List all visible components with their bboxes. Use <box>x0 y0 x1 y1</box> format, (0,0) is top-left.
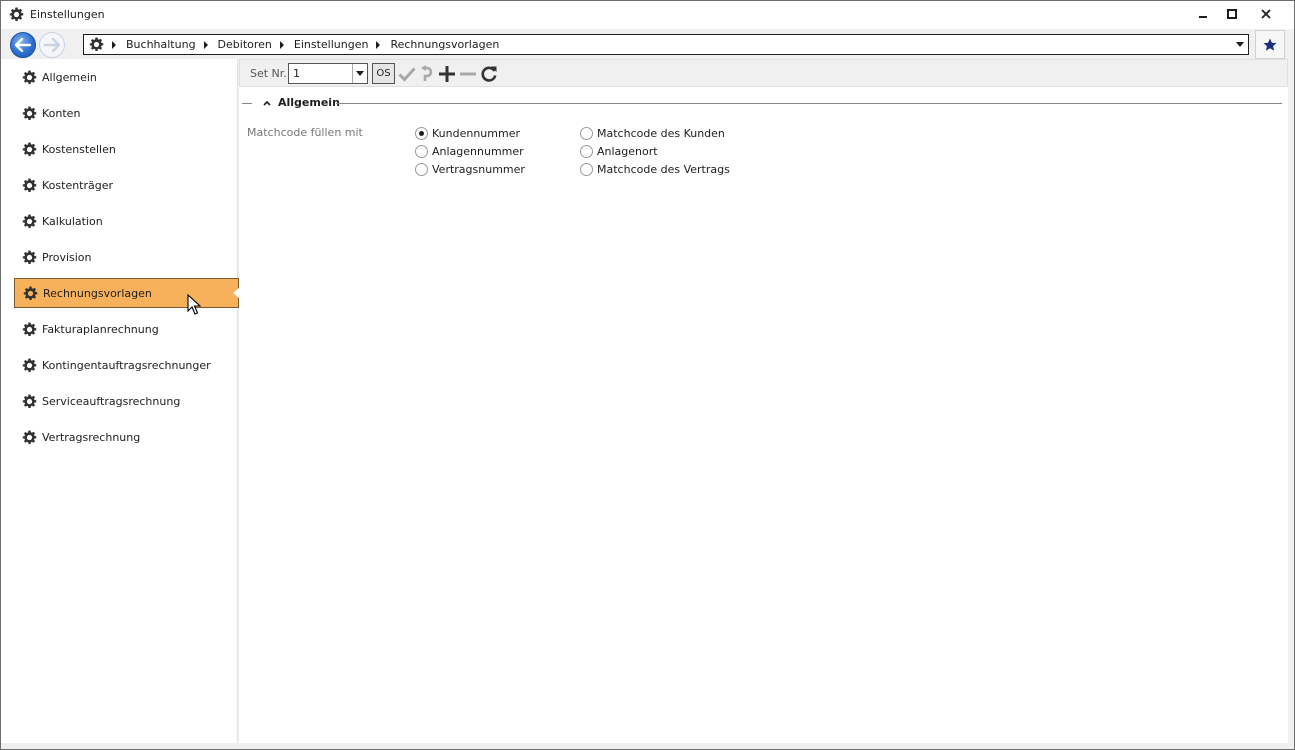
radio-label: Matchcode des Kunden <box>597 126 725 140</box>
sidebar-item-label: Serviceauftragsrechnung <box>42 394 181 408</box>
back-button[interactable] <box>10 32 36 58</box>
gear-icon <box>22 321 37 336</box>
add-icon[interactable] <box>437 64 457 84</box>
radio-vertragsnummer[interactable]: Vertragsnummer <box>415 161 525 177</box>
radio-label: Kundennummer <box>432 126 520 140</box>
radio-anlagenort[interactable]: Anlagenort <box>580 143 658 159</box>
navigation-bar: Buchhaltung Debitoren Einstellungen Rech… <box>1 29 1294 59</box>
sidebar-item-label: Konten <box>42 106 81 120</box>
sidebar-item-label: Kostenstellen <box>42 142 116 156</box>
sidebar-item-provision[interactable]: Provision <box>14 242 239 272</box>
arrow-right-icon <box>44 38 60 52</box>
radio-icon[interactable] <box>415 144 428 158</box>
breadcrumb[interactable]: Buchhaltung Debitoren Einstellungen Rech… <box>83 34 1249 55</box>
sidebar-item-fakturaplanrechnung[interactable]: Fakturaplanrechnung <box>14 314 239 344</box>
maximize-button[interactable] <box>1217 4 1247 24</box>
breadcrumb-item-einstellungen[interactable]: Einstellungen <box>294 38 369 51</box>
radio-label: Anlagenort <box>597 144 658 158</box>
matchcode-label: Matchcode füllen mit <box>247 126 363 139</box>
checkmark-icon[interactable] <box>397 64 417 84</box>
gear-icon <box>22 357 37 372</box>
refresh-icon[interactable] <box>479 64 499 84</box>
sidebar-item-label: Kalkulation <box>42 214 103 228</box>
toolbar: Set Nr. 1 OS <box>239 59 1288 87</box>
sidebar: Allgemein Konten Kostenstellen Kostenträ… <box>1 59 239 743</box>
star-icon <box>1263 38 1277 51</box>
gear-icon <box>22 393 37 408</box>
close-icon <box>1261 9 1271 19</box>
radio-icon[interactable] <box>580 144 593 158</box>
sidebar-item-allgemein[interactable]: Allgemein <box>14 62 239 92</box>
breadcrumb-item-rechnungsvorlagen[interactable]: Rechnungsvorlagen <box>390 38 499 51</box>
sidebar-item-kostenstellen[interactable]: Kostenstellen <box>14 134 239 164</box>
sidebar-item-label: Allgemein <box>42 70 97 84</box>
set-nr-value: 1 <box>293 67 300 80</box>
radio-kundennummer[interactable]: Kundennummer <box>415 125 520 141</box>
remove-icon[interactable] <box>458 64 478 84</box>
arrow-left-icon <box>15 38 31 52</box>
gear-icon <box>22 141 37 156</box>
sidebar-item-serviceauftragsrechnung[interactable]: Serviceauftragsrechnung <box>14 386 239 416</box>
gear-icon <box>22 249 37 264</box>
section-title[interactable]: Allgemein <box>278 96 340 109</box>
sidebar-item-kostentraeger[interactable]: Kostenträger <box>14 170 239 200</box>
gear-icon <box>22 105 37 120</box>
section-divider <box>242 103 252 104</box>
window-title: Einstellungen <box>30 8 105 21</box>
gear-icon <box>22 429 37 444</box>
gear-icon <box>89 37 104 51</box>
gear-icon <box>22 69 37 84</box>
radio-anlagennummer[interactable]: Anlagennummer <box>415 143 524 159</box>
favorite-button[interactable] <box>1255 30 1285 59</box>
sidebar-item-konten[interactable]: Konten <box>14 98 239 128</box>
gear-icon <box>9 7 24 21</box>
radio-label: Anlagennummer <box>432 144 524 158</box>
sidebar-item-label: Vertragsrechnung <box>42 430 141 444</box>
set-nr-select[interactable]: 1 <box>288 63 368 84</box>
breadcrumb-separator-icon <box>279 40 284 49</box>
chevron-up-icon[interactable] <box>261 97 273 109</box>
breadcrumb-separator-icon <box>203 40 208 49</box>
radio-icon[interactable] <box>580 162 593 176</box>
minimize-button[interactable] <box>1188 4 1218 24</box>
app-window: Einstellungen Buchhaltung Debitoren Eins… <box>0 0 1295 750</box>
sidebar-item-label: Provision <box>42 250 92 264</box>
breadcrumb-separator-icon <box>376 40 381 49</box>
radio-label: Matchcode des Vertrags <box>597 162 730 176</box>
sidebar-item-label: Kontingentauftragsrechnunger <box>42 358 211 372</box>
breadcrumb-item-buchhaltung[interactable]: Buchhaltung <box>126 38 196 51</box>
chevron-down-icon[interactable] <box>352 64 367 83</box>
radio-icon[interactable] <box>415 162 428 176</box>
sidebar-item-vertragsrechnung[interactable]: Vertragsrechnung <box>14 422 239 452</box>
undo-icon[interactable] <box>417 64 437 84</box>
sidebar-item-rechnungsvorlagen[interactable]: Rechnungsvorlagen <box>14 278 239 308</box>
breadcrumb-separator-icon <box>112 40 116 49</box>
radio-matchcode-vertrags[interactable]: Matchcode des Vertrags <box>580 161 730 177</box>
gear-icon <box>23 285 38 300</box>
sidebar-item-kalkulation[interactable]: Kalkulation <box>14 206 239 236</box>
radio-icon[interactable] <box>580 126 593 140</box>
chevron-down-icon[interactable] <box>1236 42 1244 47</box>
section-divider <box>336 103 1282 104</box>
radio-label: Vertragsnummer <box>432 162 525 176</box>
title-bar: Einstellungen <box>1 1 1294 29</box>
radio-matchcode-kunden[interactable]: Matchcode des Kunden <box>580 125 725 141</box>
sidebar-item-label: Fakturaplanrechnung <box>42 322 159 336</box>
radio-selected-icon[interactable] <box>415 126 428 140</box>
gear-icon <box>22 177 37 192</box>
mouse-cursor-icon <box>187 294 201 315</box>
minimize-icon <box>1199 16 1207 18</box>
maximize-icon <box>1227 9 1237 19</box>
os-button[interactable]: OS <box>372 63 395 84</box>
sidebar-item-kontingentauftragsrechnunger[interactable]: Kontingentauftragsrechnunger <box>14 350 239 380</box>
content-panel: Set Nr. 1 OS Allgemein Matchcode füllen … <box>239 59 1288 743</box>
sidebar-item-label: Rechnungsvorlagen <box>43 286 152 300</box>
forward-button[interactable] <box>39 32 65 58</box>
gear-icon <box>22 213 37 228</box>
set-nr-label: Set Nr. <box>250 67 287 80</box>
close-button[interactable] <box>1251 4 1281 24</box>
sidebar-item-label: Kostenträger <box>42 178 114 192</box>
breadcrumb-item-debitoren[interactable]: Debitoren <box>218 38 272 51</box>
